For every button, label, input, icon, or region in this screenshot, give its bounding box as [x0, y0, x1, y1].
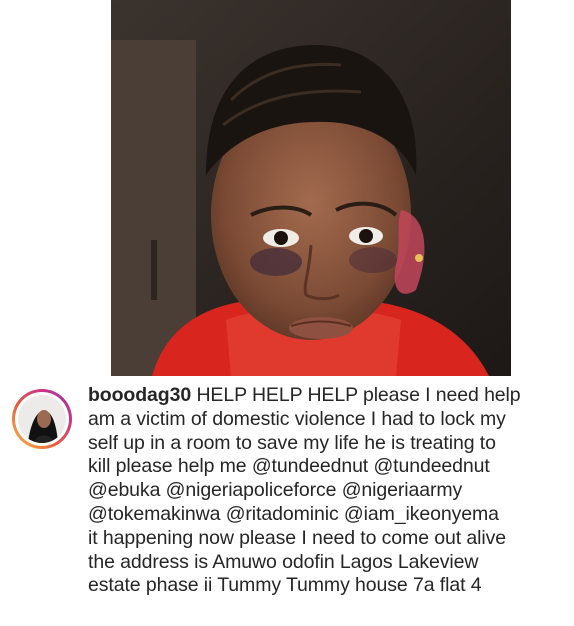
- caption-text: HELP HELP HELP please I need help: [196, 384, 521, 406]
- caption-line: the address is Amuwo odofin Lagos Lakevi…: [88, 550, 479, 573]
- story-ring[interactable]: [12, 389, 72, 449]
- caption-line: kill please help me @tundeednut @tundeed…: [88, 455, 490, 478]
- instagram-post: booodag30 HELP HELP HELP please I need h…: [0, 0, 574, 626]
- avatar-border: [15, 392, 69, 446]
- post-caption-row: booodag30 HELP HELP HELP please I need h…: [0, 376, 574, 626]
- caption-line: estate phase ii Tummy Tummy house 7a fla…: [88, 574, 482, 597]
- caption-line: booodag30 HELP HELP HELP please I need h…: [88, 384, 570, 408]
- profile-avatar[interactable]: [18, 395, 66, 443]
- username-link[interactable]: booodag30: [88, 384, 191, 406]
- caption-line: am a victim of domestic violence I had t…: [88, 407, 506, 430]
- post-caption: booodag30 HELP HELP HELP please I need h…: [88, 384, 570, 598]
- caption-line: @ebuka @nigeriapoliceforce @nigeriaarmy: [88, 479, 463, 502]
- caption-line: self up in a room to save my life he is …: [88, 431, 496, 454]
- avatar-illustration: [18, 395, 66, 443]
- caption-line: it happening now please I need to come o…: [88, 526, 506, 549]
- post-photo[interactable]: [111, 0, 511, 376]
- caption-line: @tokemakinwa @ritadominic @iam_ikeonyema: [88, 502, 499, 525]
- post-photo-illustration: [111, 0, 511, 376]
